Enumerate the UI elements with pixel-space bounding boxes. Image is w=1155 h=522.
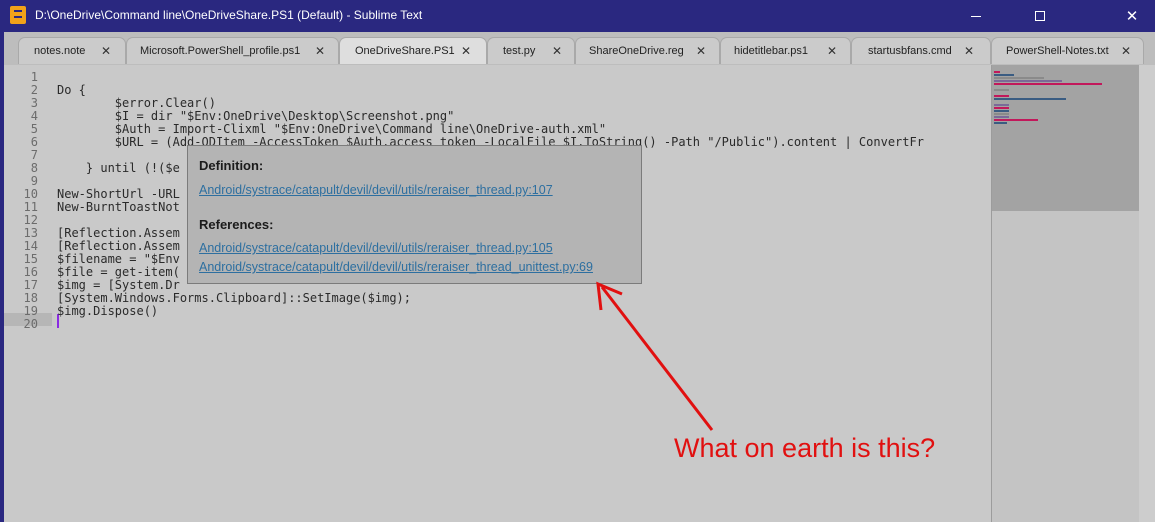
arrow-shaft <box>600 286 714 431</box>
annotation-arrow <box>596 281 714 431</box>
annotation-text: What on earth is this? <box>674 433 936 463</box>
